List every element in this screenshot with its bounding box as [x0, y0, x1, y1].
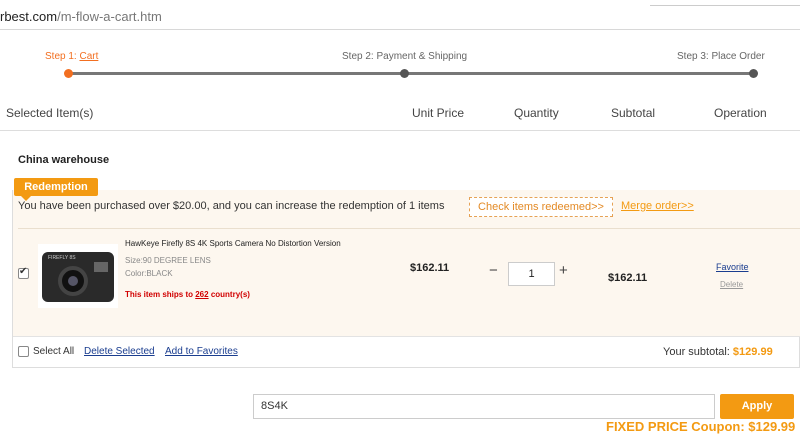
delete-selected-link[interactable]: Delete Selected	[84, 346, 155, 357]
shipping-country-count[interactable]: 262	[195, 290, 208, 299]
redemption-badge: Redemption	[14, 178, 98, 201]
select-all-label[interactable]: Select All	[33, 346, 74, 357]
step-3-dot	[749, 69, 758, 78]
item-checkbox[interactable]	[18, 266, 29, 279]
shipping-notice: This item ships to 262 country(s)	[125, 290, 250, 299]
header-operation: Operation	[714, 106, 767, 120]
header-unit-price: Unit Price	[412, 106, 465, 120]
merge-order-link[interactable]: Merge order>>	[621, 200, 694, 212]
progress-track	[70, 72, 752, 75]
step-2-label: Step 2: Payment & Shipping	[342, 51, 468, 62]
shipping-prefix: This item ships to	[125, 290, 196, 299]
product-name-link[interactable]: HawKeye Firefly 8S 4K Sports Camera No D…	[125, 239, 341, 248]
item-subtotal: $162.11	[608, 272, 648, 284]
camera-lens-icon	[58, 266, 88, 296]
header-divider	[0, 130, 800, 131]
warehouse-title: China warehouse	[18, 154, 110, 166]
select-all-checkbox[interactable]	[18, 346, 29, 357]
product-color: Color:BLACK	[125, 269, 173, 278]
shipping-suffix: country(s)	[208, 290, 250, 299]
check-items-redeemed-button[interactable]: Check items redeemed>>	[469, 197, 613, 217]
item-divider	[18, 228, 800, 229]
product-thumbnail[interactable]: FIREFLY 8S	[38, 244, 118, 308]
subtotal-amount: $129.99	[732, 346, 773, 358]
redemption-message: You have been purchased over $20.00, and…	[18, 200, 445, 212]
delete-link[interactable]: Delete	[720, 280, 743, 289]
camera-brand-text: FIREFLY 8S	[48, 255, 76, 261]
step-1-dot	[64, 69, 73, 78]
fixed-price-coupon-text: FIXED PRICE Coupon: $129.99	[606, 419, 796, 434]
tab-strip	[650, 0, 800, 6]
header-subtotal: Subtotal	[611, 106, 656, 120]
step-2-dot	[400, 69, 409, 78]
url-text[interactable]: rbest.com/m-flow-a-cart.htm	[0, 9, 162, 24]
step-1-cart-link[interactable]: Cart	[79, 51, 98, 62]
add-to-favorites-link[interactable]: Add to Favorites	[165, 346, 238, 357]
quantity-decrease-button[interactable]: −	[489, 263, 498, 279]
quantity-increase-button[interactable]: +	[559, 263, 568, 279]
browser-address-bar[interactable]: rbest.com/m-flow-a-cart.htm	[0, 0, 800, 30]
subtotal-label: Your subtotal:	[663, 346, 733, 358]
url-host: rbest.com	[0, 9, 58, 24]
quantity-input[interactable]: 1	[508, 262, 555, 286]
product-size: Size:90 DEGREE LENS	[125, 256, 211, 265]
camera-screen-icon	[94, 262, 108, 272]
url-path: /m-flow-a-cart.htm	[57, 9, 162, 24]
your-subtotal: Your subtotal: $129.99	[663, 346, 773, 358]
coupon-code-input[interactable]: 8S4K	[253, 394, 715, 419]
footer-divider	[13, 336, 800, 337]
step-1-label: Step 1: Cart	[45, 51, 98, 62]
camera-image: FIREFLY 8S	[42, 252, 114, 302]
step-3-label: Step 3: Place Order	[677, 51, 765, 62]
apply-coupon-button[interactable]: Apply	[720, 394, 794, 419]
unit-price: $162.11	[410, 262, 450, 274]
step-1-prefix: Step 1:	[45, 51, 80, 62]
header-selected-items: Selected Item(s)	[6, 106, 94, 120]
favorite-link[interactable]: Favorite	[716, 262, 749, 272]
header-quantity: Quantity	[514, 106, 559, 120]
